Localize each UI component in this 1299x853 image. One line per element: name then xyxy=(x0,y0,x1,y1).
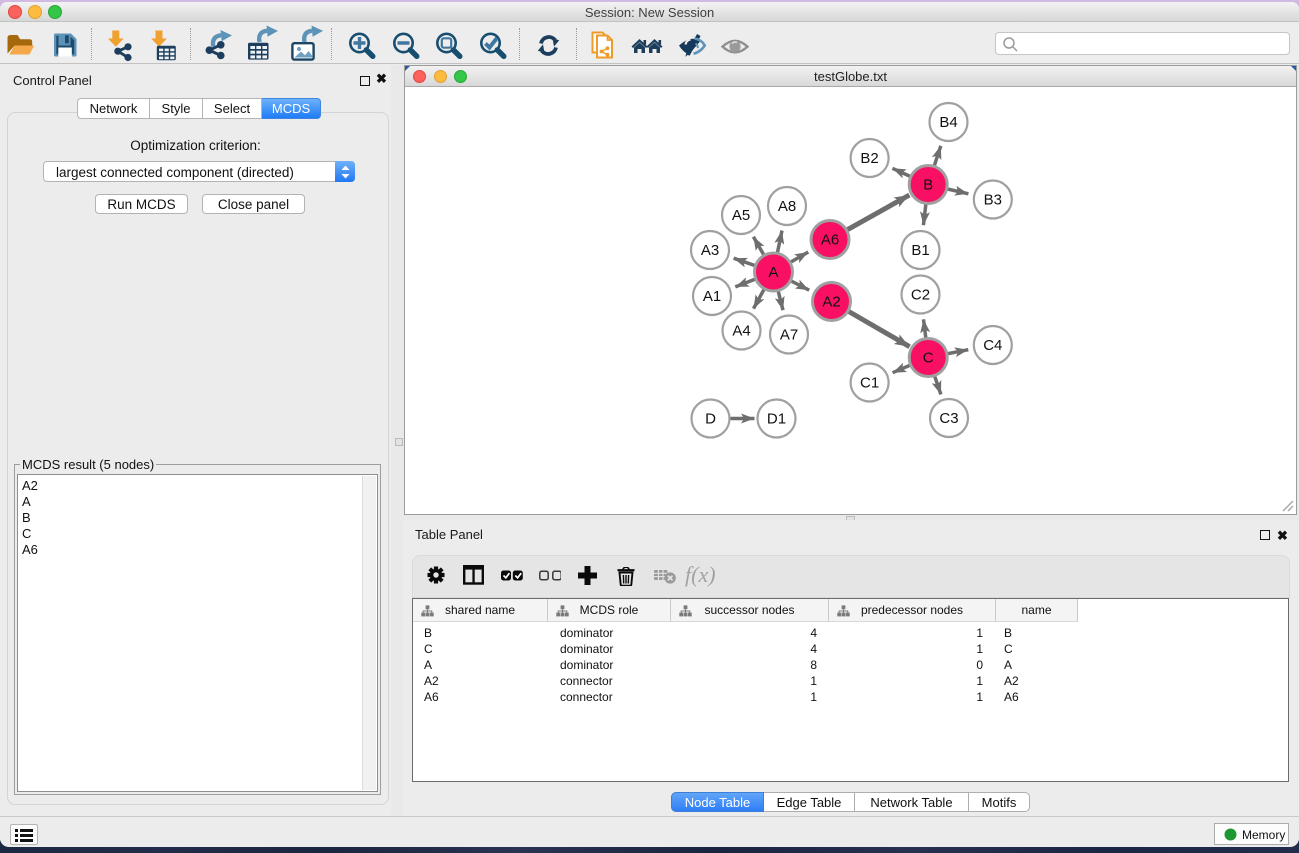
svg-text:A3: A3 xyxy=(701,242,719,259)
svg-text:D: D xyxy=(705,411,716,428)
svg-text:B2: B2 xyxy=(860,150,878,167)
svg-text:B4: B4 xyxy=(939,114,957,131)
svg-text:C2: C2 xyxy=(911,287,930,304)
svg-text:A2: A2 xyxy=(822,294,840,311)
svg-text:B1: B1 xyxy=(911,242,929,259)
svg-text:C3: C3 xyxy=(939,410,958,427)
svg-text:A7: A7 xyxy=(780,327,798,344)
svg-text:A1: A1 xyxy=(703,288,721,305)
svg-text:C1: C1 xyxy=(860,375,879,392)
svg-text:B3: B3 xyxy=(984,192,1002,209)
svg-text:A6: A6 xyxy=(821,232,839,249)
svg-text:A: A xyxy=(768,264,778,281)
svg-text:A5: A5 xyxy=(732,207,750,224)
svg-text:A4: A4 xyxy=(732,323,750,340)
svg-text:A8: A8 xyxy=(778,198,796,215)
svg-text:D1: D1 xyxy=(767,411,786,428)
svg-text:B: B xyxy=(923,177,933,194)
svg-text:C4: C4 xyxy=(983,337,1002,354)
svg-text:C: C xyxy=(923,350,934,367)
